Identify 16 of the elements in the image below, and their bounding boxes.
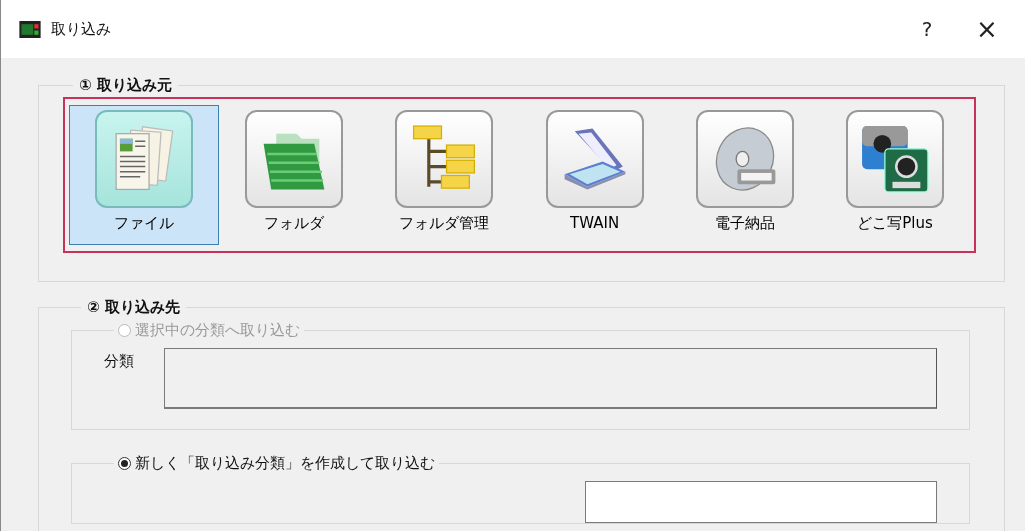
- source-button[interactable]: フォルダ: [219, 105, 370, 245]
- window-title: 取り込み: [51, 19, 111, 39]
- source-button[interactable]: 電子納品: [669, 105, 820, 245]
- group-title: ② 取り込み先: [86, 298, 181, 317]
- radio-option[interactable]: 新しく「取り込み分類」を作成して取り込む: [114, 454, 439, 473]
- app-icon: [19, 20, 41, 38]
- source-button[interactable]: TWAIN: [519, 105, 670, 245]
- source-button[interactable]: ファイル: [69, 105, 220, 245]
- category-field[interactable]: [164, 348, 937, 409]
- close-button[interactable]: ×: [957, 9, 1017, 49]
- input-field[interactable]: [585, 481, 937, 523]
- source-button[interactable]: フォルダ管理: [369, 105, 520, 245]
- field-label: 分類: [104, 351, 134, 372]
- source-button[interactable]: どこ写Plus: [819, 105, 971, 245]
- help-button[interactable]: ?: [897, 9, 957, 49]
- group-title: ① 取り込み元: [78, 76, 173, 95]
